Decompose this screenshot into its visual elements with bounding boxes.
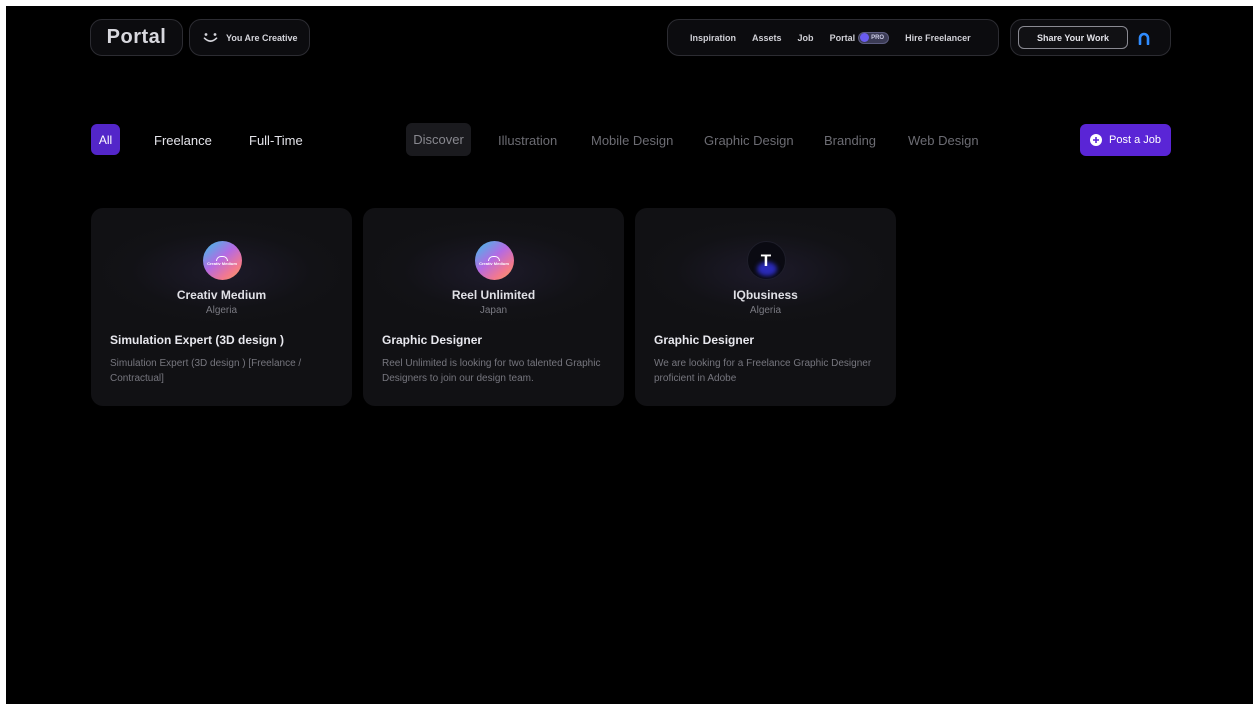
plus-circle-icon: [1090, 134, 1102, 146]
filter-all[interactable]: All: [91, 124, 120, 155]
nav-inspiration[interactable]: Inspiration: [690, 33, 736, 43]
main-nav: Inspiration Assets Job Portal PRO Hire F…: [667, 19, 999, 56]
job-description: We are looking for a Freelance Graphic D…: [654, 358, 872, 384]
job-title: Graphic Designer: [654, 333, 755, 347]
company-country: Japan: [479, 305, 508, 316]
job-card[interactable]: T IQbusiness Algeria Graphic Designer We…: [635, 208, 896, 406]
pro-badge-label: PRO: [871, 34, 885, 41]
job-card[interactable]: Creativ Medium Creativ Medium Algeria Si…: [91, 208, 352, 406]
post-a-job-label: Post a Job: [1109, 134, 1161, 146]
app-screen: Portal You Are Creative Inspiration Asse…: [6, 6, 1253, 704]
category-mobile-design[interactable]: Mobile Design: [591, 133, 673, 148]
logo-arc-icon: [488, 255, 500, 261]
company-logo: T: [746, 241, 786, 280]
logo: Portal: [106, 26, 167, 48]
category-illustration[interactable]: Illustration: [498, 133, 557, 148]
nav-portal[interactable]: Portal PRO: [829, 31, 890, 44]
tagline-text: You Are Creative: [226, 32, 298, 43]
nav-assets[interactable]: Assets: [752, 33, 782, 43]
logo-arc-icon: [216, 255, 228, 261]
company-name: Creativ Medium: [176, 288, 267, 302]
category-graphic-design[interactable]: Graphic Design: [704, 133, 794, 148]
filter-full-time[interactable]: Full-Time: [249, 133, 303, 148]
company-logo: Creativ Medium: [474, 241, 514, 280]
smile-icon: [203, 32, 218, 42]
nav-job[interactable]: Job: [798, 33, 814, 43]
category-discover[interactable]: Discover: [406, 123, 471, 156]
job-title: Simulation Expert (3D design ): [110, 333, 285, 347]
company-logo: Creativ Medium: [202, 241, 242, 280]
job-card[interactable]: Creativ Medium Reel Unlimited Japan Grap…: [363, 208, 624, 406]
job-description: Reel Unlimited is looking for two talent…: [382, 358, 601, 384]
company-logo-text: Creativ Medium: [207, 260, 237, 266]
pro-badge-icon: [860, 33, 870, 42]
post-a-job-button[interactable]: Post a Job: [1080, 124, 1171, 156]
filter-freelance[interactable]: Freelance: [154, 133, 212, 148]
share-your-work-button[interactable]: Share Your Work: [1018, 26, 1128, 49]
user-avatar-icon[interactable]: [1137, 31, 1151, 45]
company-country: Algeria: [205, 305, 238, 316]
logo-home-link[interactable]: Portal: [90, 19, 183, 56]
company-name: Reel Unlimited: [451, 288, 536, 302]
nav-portal-label: Portal: [829, 32, 856, 43]
company-country: Algeria: [749, 305, 782, 316]
nav-hire-freelancer[interactable]: Hire Freelancer: [905, 33, 971, 43]
job-description: Simulation Expert (3D design ) [Freelanc…: [110, 358, 302, 384]
tagline-pill[interactable]: You Are Creative: [189, 19, 310, 56]
account-area: Share Your Work: [1010, 19, 1171, 56]
category-branding[interactable]: Branding: [824, 133, 876, 148]
company-logo-text: Creativ Medium: [479, 260, 509, 266]
category-web-design[interactable]: Web Design: [908, 133, 979, 148]
pro-badge: PRO: [858, 31, 890, 44]
company-name: IQbusiness: [733, 288, 798, 302]
company-logo-text: T: [760, 250, 772, 270]
job-title: Graphic Designer: [382, 333, 483, 347]
